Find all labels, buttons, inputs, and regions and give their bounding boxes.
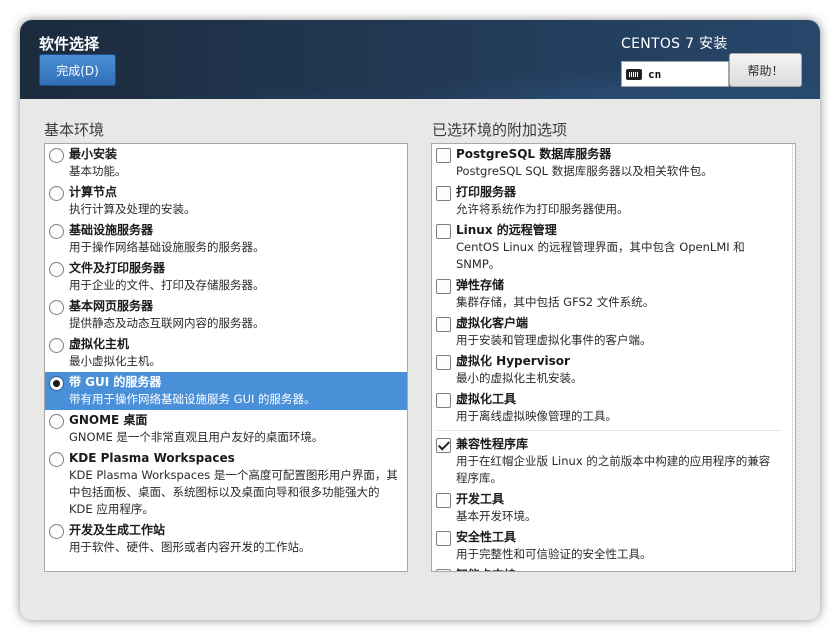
checkbox[interactable] xyxy=(436,393,451,408)
environment-option[interactable]: 带 GUI 的服务器带有用于操作网络基础设施服务 GUI 的服务器。 xyxy=(45,372,407,410)
addon-description: PostgreSQL SQL 数据库服务器以及相关软件包。 xyxy=(456,164,713,178)
keyboard-icon xyxy=(626,68,642,80)
addon-list: PostgreSQL 数据库服务器 PostgreSQL SQL 数据库服务器以及… xyxy=(431,143,796,572)
addon-title: 开发工具 xyxy=(456,492,505,506)
radio-button[interactable] xyxy=(49,186,64,201)
addon-description: 基本开发环境。 xyxy=(456,509,537,523)
radio-button[interactable] xyxy=(49,338,64,353)
addon-description: 用于安装和管理虚拟化事件的客户端。 xyxy=(456,333,652,347)
radio-button[interactable] xyxy=(49,414,64,429)
radio-button[interactable] xyxy=(49,224,64,239)
addon-option[interactable]: 弹性存储集群存储，其中包括 GFS2 文件系统。 xyxy=(432,275,795,313)
environment-description: 提供静态及动态互联网内容的服务器。 xyxy=(69,316,265,330)
environment-description: 用于软件、硬件、图形或者内容开发的工作站。 xyxy=(69,540,311,554)
addon-description: 用于完整性和可信验证的安全性工具。 xyxy=(456,547,652,561)
environment-title: KDE Plasma Workspaces xyxy=(69,451,235,465)
environment-option[interactable]: 虚拟化主机最小虚拟化主机。 xyxy=(45,334,407,372)
addon-description: 最小的虚拟化主机安装。 xyxy=(456,371,583,385)
environment-description: 基本功能。 xyxy=(69,164,127,178)
environment-description: 执行计算及处理的安装。 xyxy=(69,202,196,216)
environment-description: 用于企业的文件、打印及存储服务器。 xyxy=(69,278,265,292)
addon-option[interactable]: 虚拟化工具用于离线虚拟映像管理的工具。 xyxy=(432,389,795,427)
addon-option[interactable]: PostgreSQL 数据库服务器 PostgreSQL SQL 数据库服务器以及… xyxy=(432,144,795,182)
addon-option[interactable]: 打印服务器允许将系统作为打印服务器使用。 xyxy=(432,182,795,220)
header-bar: 软件选择 完成(D) CENTOS 7 安装 cn 帮助！ xyxy=(20,20,820,99)
checkbox[interactable] xyxy=(436,355,451,370)
environment-option[interactable]: 最小安装 基本功能。 xyxy=(45,144,407,182)
environment-description: 带有用于操作网络基础设施服务 GUI 的服务器。 xyxy=(69,392,316,406)
environment-title: 开发及生成工作站 xyxy=(69,523,166,537)
addon-option[interactable]: 安全性工具用于完整性和可信验证的安全性工具。 xyxy=(432,527,795,565)
addon-title: 虚拟化工具 xyxy=(456,392,517,406)
environment-option[interactable]: GNOME 桌面 GNOME 是一个非常直观且用户友好的桌面环境。 xyxy=(45,410,407,448)
addon-title: 虚拟化客户端 xyxy=(456,316,529,330)
environment-option[interactable]: 基本网页服务器提供静态及动态互联网内容的服务器。 xyxy=(45,296,407,334)
checkbox[interactable] xyxy=(436,317,451,332)
base-environment-list: 最小安装基本功能。计算节点执行计算及处理的安装。 基础设施服务器用于操作网络基础设… xyxy=(44,143,408,572)
checkbox[interactable] xyxy=(436,438,451,453)
addon-title: 安全性工具 xyxy=(456,530,517,544)
addon-title: 弹性存储 xyxy=(456,278,505,292)
checkbox[interactable] xyxy=(436,224,451,239)
checkbox[interactable] xyxy=(436,148,451,163)
help-button[interactable]: 帮助！ xyxy=(729,53,802,87)
done-button[interactable]: 完成(D) xyxy=(39,54,116,86)
environment-title: 最小安装 xyxy=(69,147,118,161)
environment-title: 计算节点 xyxy=(69,185,118,199)
group-separator xyxy=(436,430,781,431)
addon-title: Linux 的远程管理 xyxy=(456,223,557,237)
addon-title: 虚拟化 Hypervisor xyxy=(456,354,570,368)
environment-title: 文件及打印服务器 xyxy=(69,261,166,275)
page-title: 软件选择 xyxy=(39,35,100,53)
addon-description: CentOS Linux 的远程管理界面，其中包含 OpenLMI 和 SNMP… xyxy=(456,240,745,271)
radio-button[interactable] xyxy=(49,452,64,467)
keyboard-layout-label: cn xyxy=(648,67,662,81)
addon-title: 打印服务器 xyxy=(456,185,517,199)
addon-description: 允许将系统作为打印服务器使用。 xyxy=(456,202,629,216)
environment-description: GNOME 是一个非常直观且用户友好的桌面环境。 xyxy=(69,430,324,444)
addon-description: 集群存储，其中包括 GFS2 文件系统。 xyxy=(456,295,655,309)
addon-option[interactable]: Linux 的远程管理 CentOS Linux 的远程管理界面，其中包含 Ope… xyxy=(432,220,795,275)
environment-option[interactable]: 文件及打印服务器用于企业的文件、打印及存储服务器。 xyxy=(45,258,407,296)
addon-description: 用于离线虚拟映像管理的工具。 xyxy=(456,409,617,423)
environment-title: 基础设施服务器 xyxy=(69,223,154,237)
addon-description: 用于在红帽企业版 Linux 的之前版本中构建的应用程序的兼容程序库。 xyxy=(456,454,771,485)
product-title: CENTOS 7 安装 xyxy=(621,36,728,52)
addon-option[interactable]: 智能卡支持 xyxy=(432,565,795,571)
environment-option[interactable]: 计算节点执行计算及处理的安装。 xyxy=(45,182,407,220)
addons-label: 已选环境的附加选项 xyxy=(432,121,568,139)
checkbox[interactable] xyxy=(436,493,451,508)
radio-button[interactable] xyxy=(49,300,64,315)
addon-option[interactable]: 虚拟化客户端用于安装和管理虚拟化事件的客户端。 xyxy=(432,313,795,351)
environment-option[interactable]: 基础设施服务器用于操作网络基础设施服务的服务器。 xyxy=(45,220,407,258)
addon-title: 兼容性程序库 xyxy=(456,437,529,451)
addon-option[interactable]: 开发工具基本开发环境。 xyxy=(432,489,795,527)
radio-button[interactable] xyxy=(49,524,64,539)
environment-description: 最小虚拟化主机。 xyxy=(69,354,161,368)
base-environment-label: 基本环境 xyxy=(44,121,105,139)
addon-option[interactable]: 兼容性程序库用于在红帽企业版 Linux 的之前版本中构建的应用程序的兼容程序库… xyxy=(432,434,795,489)
environment-title: GNOME 桌面 xyxy=(69,413,148,427)
radio-button[interactable] xyxy=(49,376,64,391)
environment-title: 基本网页服务器 xyxy=(69,299,154,313)
environment-description: 用于操作网络基础设施服务的服务器。 xyxy=(69,240,265,254)
radio-button[interactable] xyxy=(49,148,64,163)
environment-title: 带 GUI 的服务器 xyxy=(69,375,162,389)
environment-title: 虚拟化主机 xyxy=(69,337,130,351)
checkbox[interactable] xyxy=(436,279,451,294)
addon-option[interactable]: 虚拟化 Hypervisor 最小的虚拟化主机安装。 xyxy=(432,351,795,389)
radio-button[interactable] xyxy=(49,262,64,277)
keyboard-layout-indicator[interactable]: cn xyxy=(621,61,729,87)
addon-title: 智能卡支持 xyxy=(456,567,781,571)
environment-description: KDE Plasma Workspaces 是一个高度可配置图形用户界面，其中包… xyxy=(69,468,398,516)
checkbox[interactable] xyxy=(436,186,451,201)
addon-title: PostgreSQL 数据库服务器 xyxy=(456,147,612,161)
environment-option[interactable]: KDE Plasma Workspaces KDE Plasma Workspac… xyxy=(45,448,407,520)
software-selection-window: 软件选择 完成(D) CENTOS 7 安装 cn 帮助！ 基本环境 已选环境的… xyxy=(20,20,820,620)
checkbox[interactable] xyxy=(436,569,451,571)
environment-option[interactable]: 开发及生成工作站用于软件、硬件、图形或者内容开发的工作站。 xyxy=(45,520,407,558)
checkbox[interactable] xyxy=(436,531,451,546)
